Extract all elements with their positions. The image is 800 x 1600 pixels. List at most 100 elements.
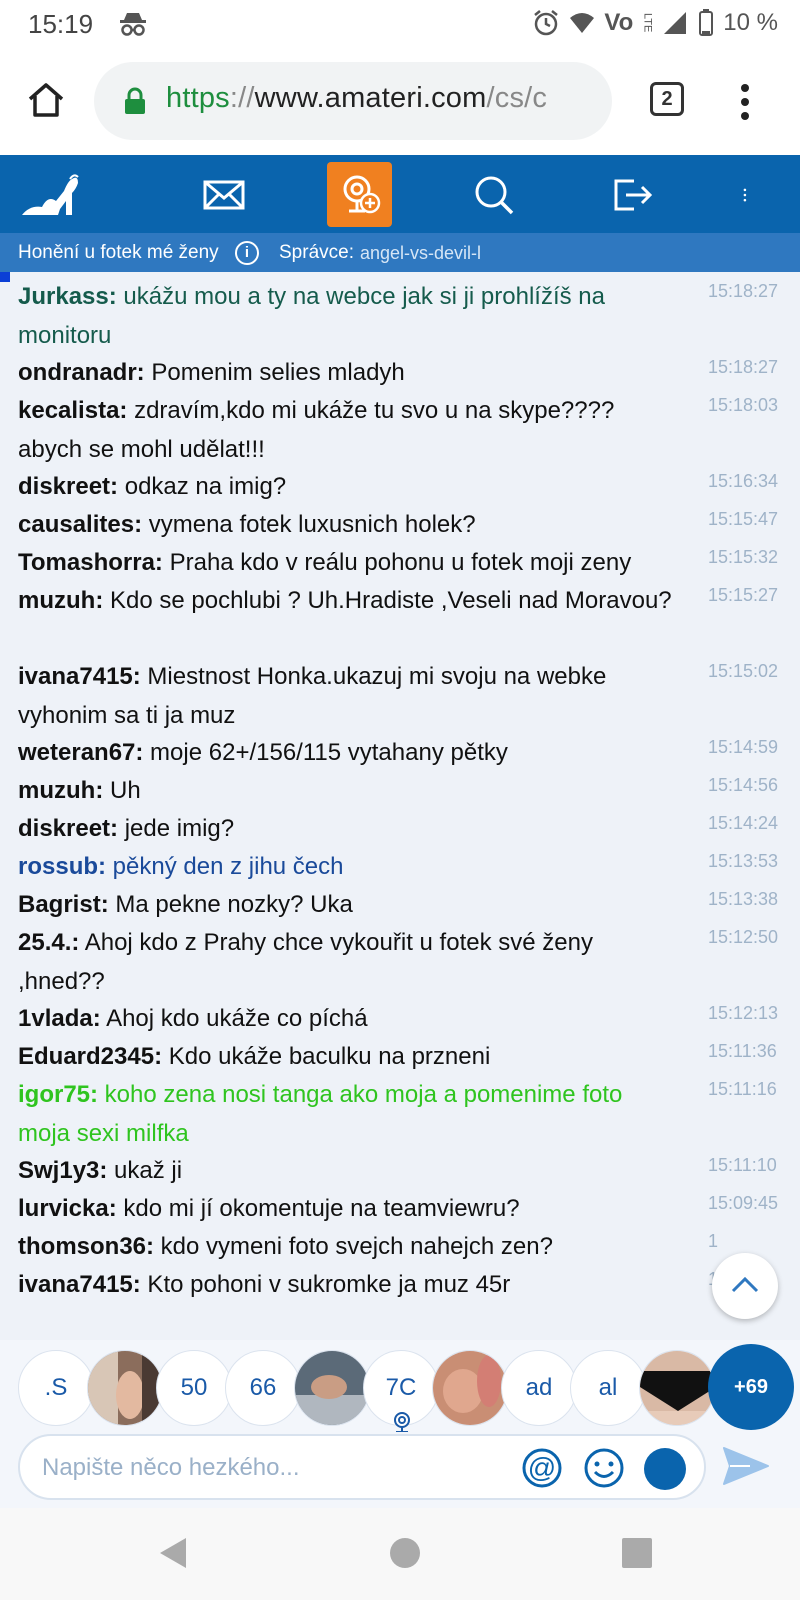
scroll-to-top-button[interactable]	[712, 1253, 778, 1319]
message-timestamp: 1	[708, 1231, 719, 1251]
chat-message: muzuh: Uh 15:14:56	[18, 772, 778, 811]
message-nick[interactable]: Swj1y3:	[18, 1157, 107, 1184]
message-nick[interactable]: 1vlada:	[18, 1005, 101, 1032]
message-composer: @	[0, 1432, 800, 1508]
send-icon[interactable]	[722, 1444, 770, 1488]
message-input-wrapper: @	[18, 1434, 706, 1500]
message-text: Praha kdo v reálu pohonu u fotek moji ze…	[162, 549, 632, 576]
user-bubble[interactable]: ad	[501, 1350, 577, 1426]
chat-message: weteran67: moje 62+/156/115 vytahany pět…	[18, 734, 778, 773]
site-logo[interactable]	[20, 171, 84, 219]
admin-name-link[interactable]: angel-vs-devil-l	[360, 243, 481, 264]
chat-message: diskreet: odkaz na imig? 15:16:34	[18, 468, 778, 507]
site-menu-icon[interactable]	[742, 173, 758, 217]
address-bar[interactable]: https://www.amateri.com/cs/c	[94, 62, 612, 140]
user-bubble[interactable]: al	[570, 1350, 646, 1426]
message-timestamp: 15:18:27	[708, 357, 779, 377]
chat-message: rossub: pěkný den z jihu čech 15:13:53	[18, 848, 778, 887]
back-icon[interactable]	[158, 1536, 188, 1570]
room-title: Honění u fotek mé ženy	[18, 242, 219, 263]
chat-message: 1vlada: Ahoj kdo ukáže co píchá 15:12:13	[18, 1000, 778, 1039]
message-timestamp: 15:12:50	[708, 927, 779, 947]
message-nick[interactable]: Bagrist:	[18, 891, 109, 918]
url-text: https://www.amateri.com/cs/c	[166, 82, 548, 114]
message-text: Kdo se pochlubi ? Uh.Hradiste ,Veseli na…	[103, 587, 672, 614]
message-nick[interactable]: rossub:	[18, 853, 106, 880]
message-nick[interactable]: ivana7415:	[18, 663, 141, 690]
message-timestamp: 15:13:38	[708, 889, 779, 909]
user-bubble[interactable]: 66	[225, 1350, 301, 1426]
message-nick[interactable]: Jurkass:	[18, 283, 117, 310]
message-timestamp: 15:18:27	[708, 281, 779, 301]
user-avatar-photo[interactable]	[432, 1350, 508, 1426]
home-icon[interactable]	[26, 80, 66, 120]
user-avatar-photo[interactable]	[87, 1350, 163, 1426]
message-nick[interactable]: Eduard2345:	[18, 1043, 162, 1070]
message-nick[interactable]: igor75:	[18, 1081, 98, 1108]
battery-percent: 10 %	[723, 9, 778, 36]
room-header: Honění u fotek mé ženy i Správce: angel-…	[0, 233, 800, 272]
user-avatar-photo[interactable]	[639, 1350, 715, 1426]
message-text: moje 62+/156/115 vytahany pětky	[143, 739, 508, 766]
chat-message: Jurkass: ukážu mou a ty na webce jak si …	[18, 278, 778, 355]
recent-apps-icon[interactable]	[622, 1538, 652, 1568]
chat-message: Bagrist: Ma pekne nozky? Uka 15:13:38	[18, 886, 778, 925]
chat-messages[interactable]: Jurkass: ukážu mou a ty na webce jak si …	[0, 272, 800, 1340]
user-avatar-photo[interactable]	[294, 1350, 370, 1426]
admin-label: Správce:	[279, 242, 354, 263]
message-nick[interactable]: diskreet:	[18, 815, 118, 842]
incognito-icon	[120, 13, 146, 36]
message-nick[interactable]: lurvicka:	[18, 1195, 117, 1222]
message-timestamp: 15:15:27	[708, 585, 779, 605]
message-text: kdo mi jí okomentuje na teamviewru?	[116, 1195, 520, 1222]
user-bubble[interactable]: .S	[18, 1350, 94, 1426]
info-icon[interactable]: i	[235, 241, 259, 265]
message-nick[interactable]: thomson36:	[18, 1233, 154, 1260]
message-nick[interactable]: muzuh:	[18, 777, 103, 804]
chat-message: ivana7415: Kto pohoni v sukromke ja muz …	[18, 1266, 718, 1305]
message-nick[interactable]: diskreet:	[18, 473, 118, 500]
home-nav-icon[interactable]	[390, 1538, 420, 1568]
alarm-icon	[534, 10, 559, 36]
lock-icon	[125, 87, 145, 114]
webcam-add-button[interactable]	[327, 162, 392, 227]
network-type: LTE	[641, 13, 654, 33]
user-bubble-label: 7C	[385, 1374, 417, 1401]
message-input[interactable]	[42, 1448, 512, 1488]
text-color-picker[interactable]	[644, 1448, 686, 1490]
message-timestamp: 15:13:53	[708, 851, 779, 871]
emoji-icon[interactable]	[582, 1446, 626, 1490]
user-bubble[interactable]: 50	[156, 1350, 232, 1426]
message-nick[interactable]: causalites:	[18, 511, 142, 538]
message-nick[interactable]: muzuh:	[18, 587, 103, 614]
message-text: Ma pekne nozky? Uka	[108, 891, 353, 918]
search-icon[interactable]	[472, 173, 516, 217]
chat-message: Eduard2345: Kdo ukáže baculku na przneni…	[18, 1038, 777, 1077]
message-nick[interactable]: ondranadr:	[18, 359, 145, 386]
mail-icon[interactable]	[202, 173, 246, 217]
message-text: Uh	[103, 777, 141, 804]
mention-icon[interactable]: @	[520, 1446, 564, 1490]
message-text: Kto pohoni v sukromke ja muz 45r	[140, 1271, 511, 1298]
user-bubble[interactable]: 7C	[363, 1350, 439, 1433]
message-timestamp: 15:15:47	[708, 509, 779, 529]
message-text: ukaž ji	[107, 1157, 183, 1184]
message-nick[interactable]: 25.4.:	[18, 929, 79, 956]
chevron-up-icon	[731, 1276, 759, 1293]
more-users-button[interactable]: +69	[708, 1344, 794, 1430]
status-time: 15:19	[28, 9, 94, 39]
message-nick[interactable]: ivana7415:	[18, 1271, 141, 1298]
message-nick[interactable]: weteran67:	[18, 739, 143, 766]
logout-icon[interactable]	[610, 173, 654, 217]
message-nick[interactable]: kecalista:	[18, 397, 127, 424]
browser-menu-icon[interactable]	[736, 82, 754, 122]
message-timestamp: 15:14:56	[708, 775, 779, 795]
webcam-add-icon	[343, 175, 381, 214]
tab-switcher-button[interactable]: 2	[650, 82, 684, 116]
chat-message: kecalista: zdravím,kdo mi ukáže tu svo u…	[18, 392, 778, 469]
message-timestamp: 15:14:24	[708, 813, 779, 833]
chat-message: thomson36: kdo vymeni foto svejch nahejc…	[18, 1228, 718, 1267]
browser-toolbar: https://www.amateri.com/cs/c 2	[0, 50, 800, 154]
message-nick[interactable]: Tomashorra:	[18, 549, 163, 576]
wifi-icon	[570, 13, 595, 33]
